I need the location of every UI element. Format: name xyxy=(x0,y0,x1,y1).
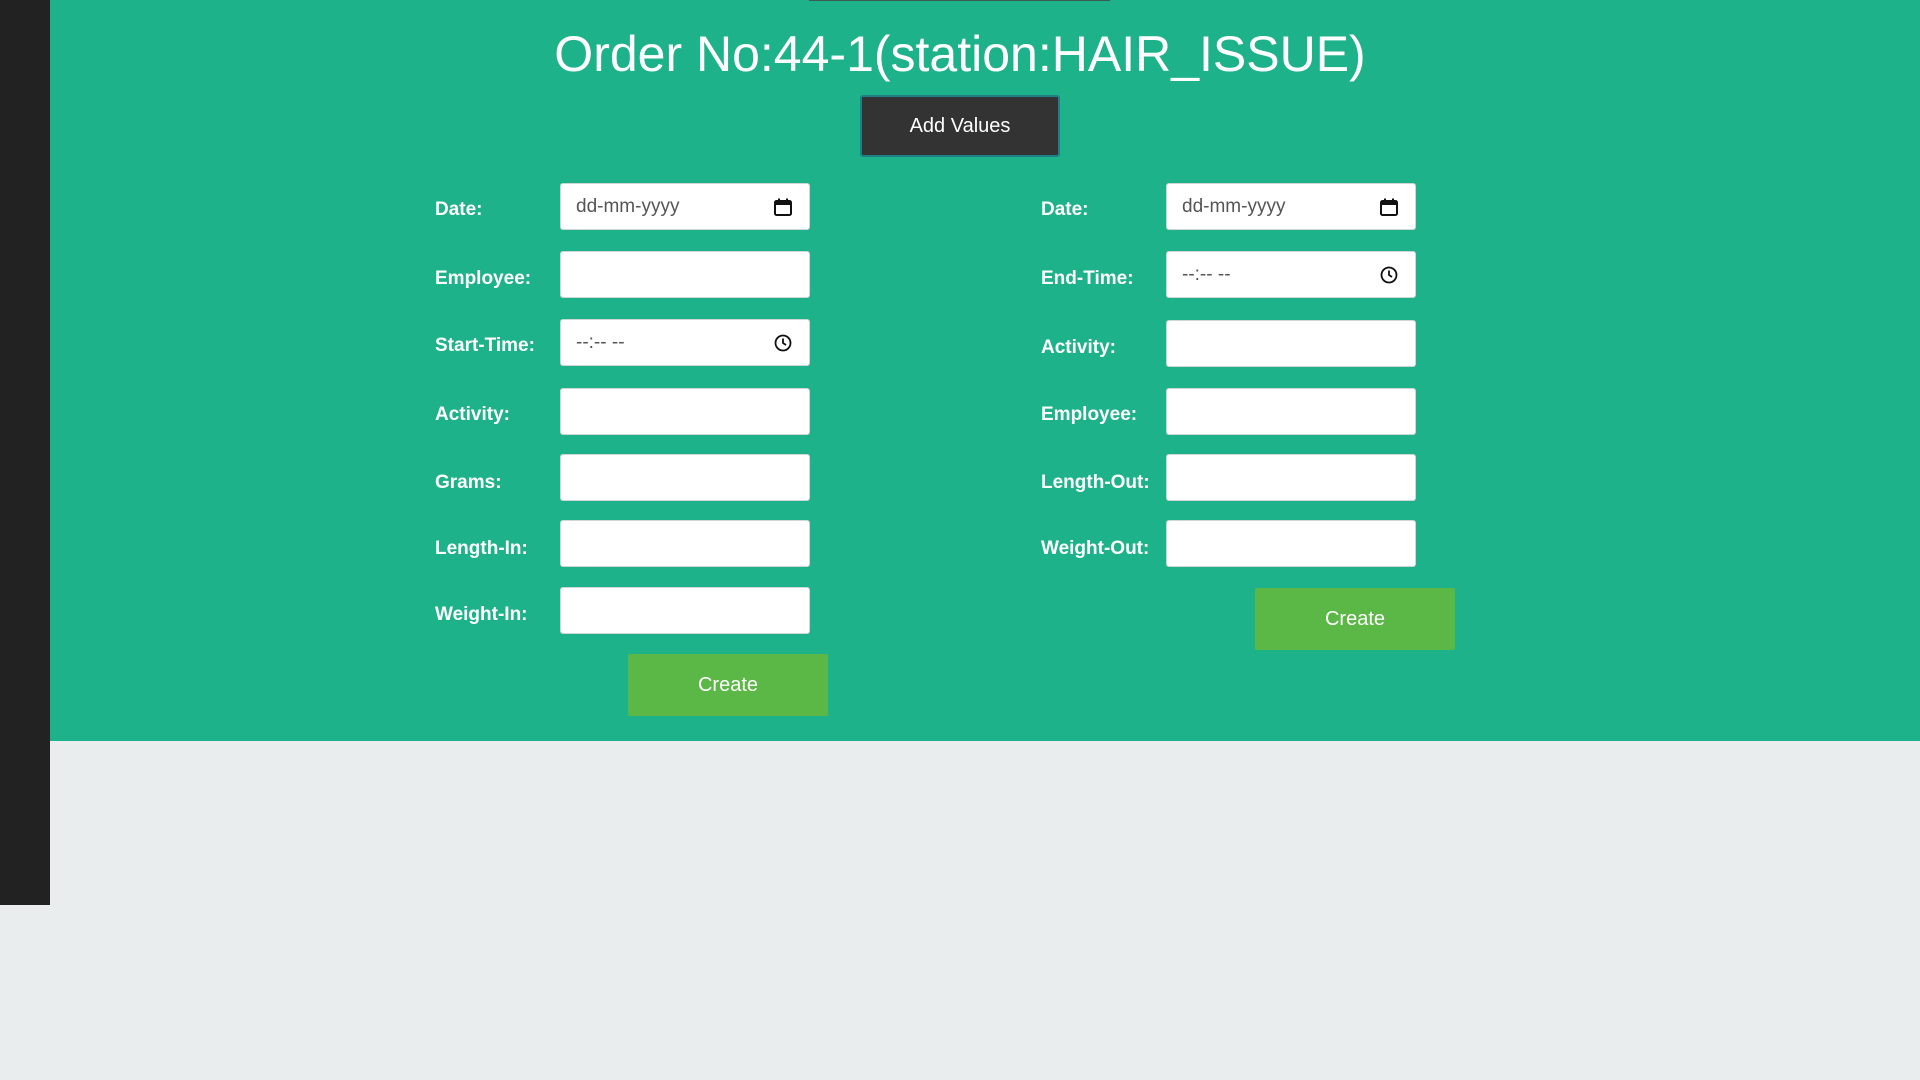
right-activity-label: Activity: xyxy=(1041,337,1116,358)
left-activity-label: Activity: xyxy=(435,404,510,425)
left-activity-input[interactable] xyxy=(560,388,810,435)
sidebar xyxy=(0,0,50,905)
right-date-input[interactable]: dd-mm-yyyy xyxy=(1166,183,1416,230)
left-weight-in-input[interactable] xyxy=(560,587,810,634)
clock-icon[interactable] xyxy=(772,332,794,354)
right-end-time-placeholder: --:-- -- xyxy=(1182,263,1231,285)
add-values-button[interactable]: Add Values xyxy=(860,95,1060,157)
left-date-placeholder: dd-mm-yyyy xyxy=(576,195,680,217)
left-start-time-input[interactable]: --:-- -- xyxy=(560,319,810,366)
calendar-icon[interactable] xyxy=(1378,196,1400,218)
left-grams-label: Grams: xyxy=(435,472,502,493)
right-activity-input[interactable] xyxy=(1166,320,1416,367)
left-employee-input[interactable] xyxy=(560,251,810,298)
left-start-time-label: Start-Time: xyxy=(435,335,535,356)
right-employee-label: Employee: xyxy=(1041,404,1138,425)
left-length-in-label: Length-In: xyxy=(435,538,528,559)
right-end-time-input[interactable]: --:-- -- xyxy=(1166,251,1416,298)
right-weight-out-input[interactable] xyxy=(1166,520,1416,567)
right-date-label: Date: xyxy=(1041,199,1089,220)
left-employee-label: Employee: xyxy=(435,268,532,289)
left-date-label: Date: xyxy=(435,199,483,220)
top-divider xyxy=(809,0,1110,1)
right-date-placeholder: dd-mm-yyyy xyxy=(1182,195,1286,217)
left-date-input[interactable]: dd-mm-yyyy xyxy=(560,183,810,230)
right-end-time-label: End-Time: xyxy=(1041,268,1134,289)
calendar-icon[interactable] xyxy=(772,196,794,218)
right-employee-input[interactable] xyxy=(1166,388,1416,435)
page-title: Order No:44-1(station:HAIR_ISSUE) xyxy=(554,26,1366,82)
right-create-button[interactable]: Create xyxy=(1255,588,1455,650)
left-start-time-placeholder: --:-- -- xyxy=(576,331,625,353)
left-weight-in-label: Weight-In: xyxy=(435,604,528,625)
right-weight-out-label: Weight-Out: xyxy=(1041,538,1150,559)
left-grams-input[interactable] xyxy=(560,454,810,501)
right-length-out-label: Length-Out: xyxy=(1041,472,1150,493)
right-length-out-input[interactable] xyxy=(1166,454,1416,501)
clock-icon[interactable] xyxy=(1378,264,1400,286)
left-length-in-input[interactable] xyxy=(560,520,810,567)
left-create-button[interactable]: Create xyxy=(628,654,828,716)
